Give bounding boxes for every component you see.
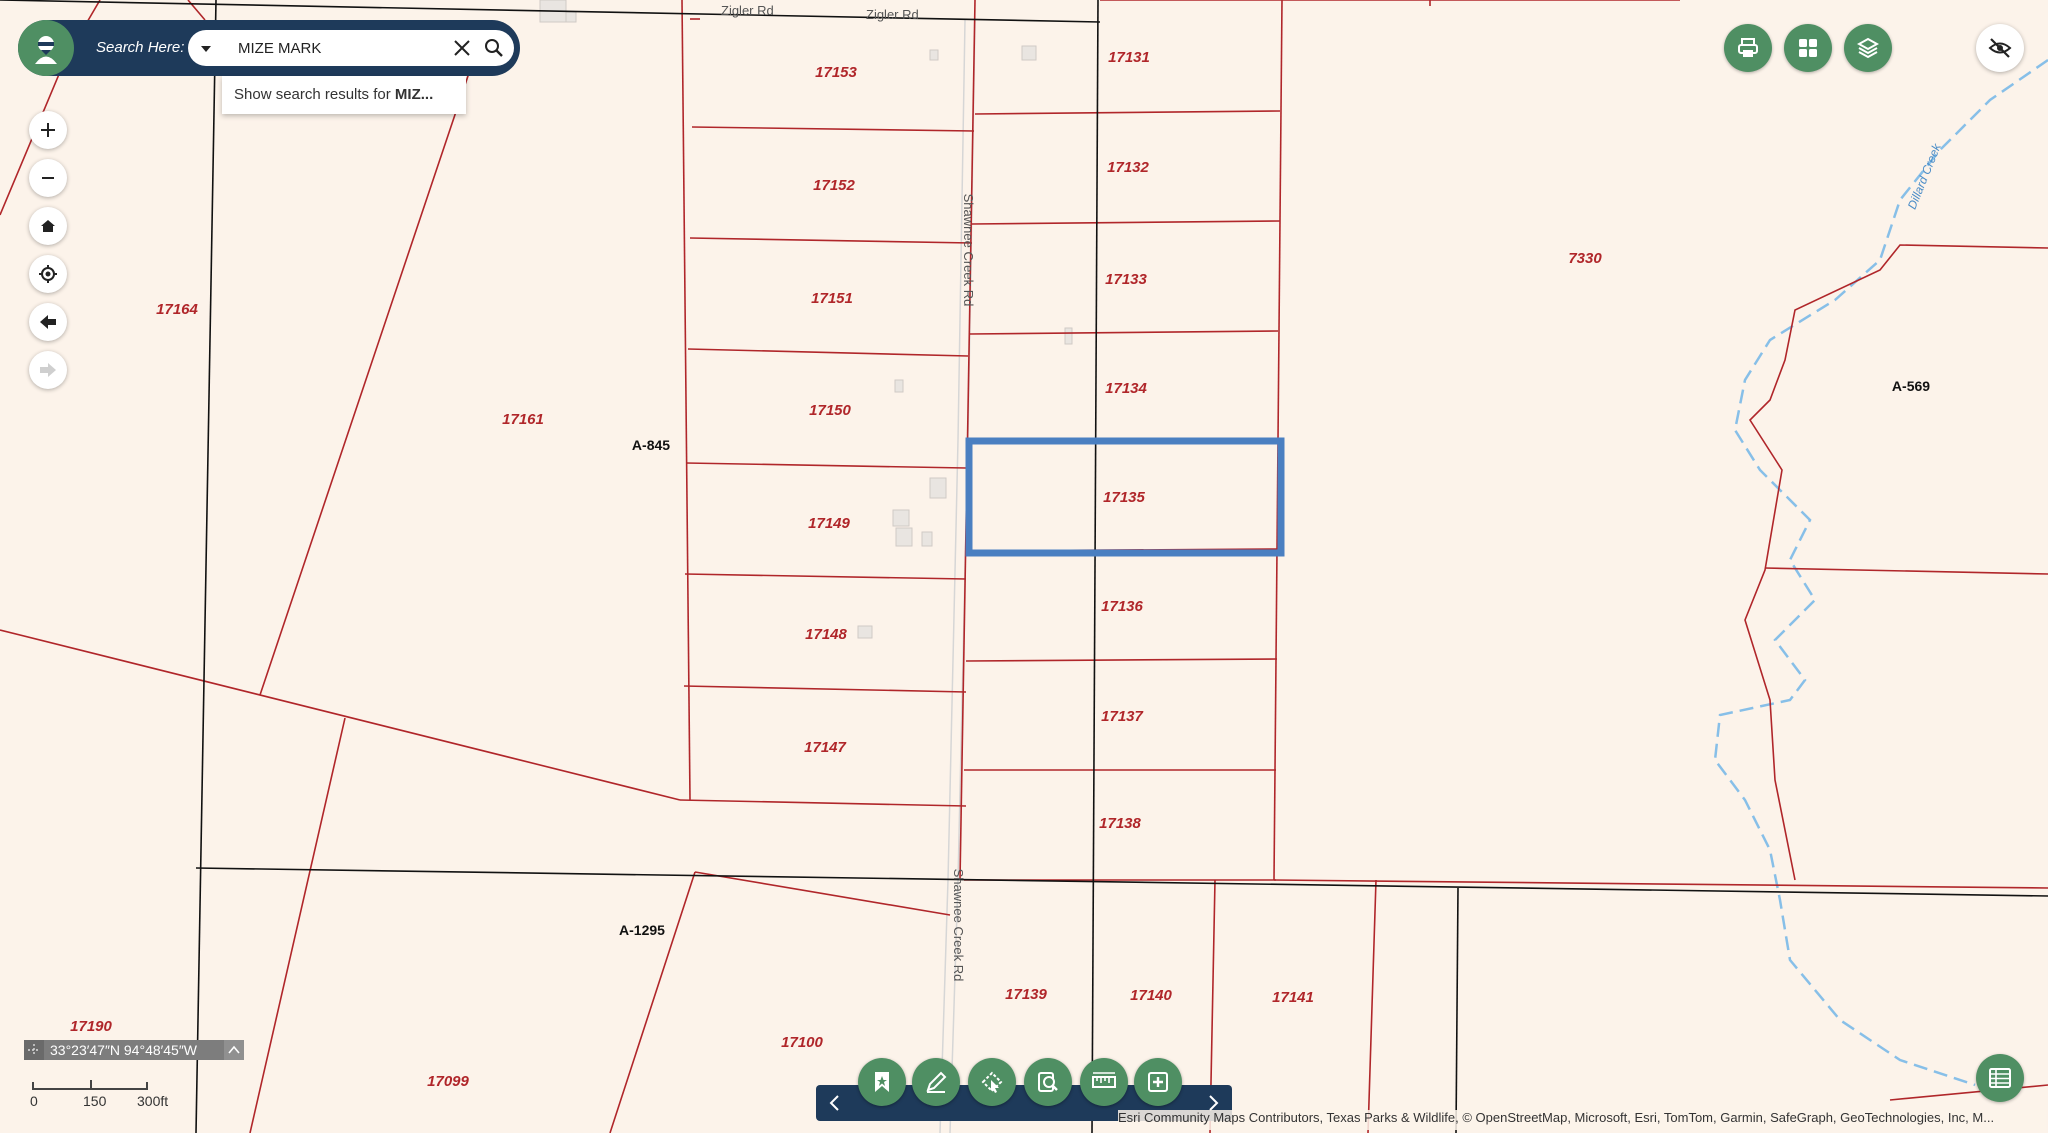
ruler-icon [1092,1072,1116,1088]
app-logo[interactable] [18,20,74,76]
parcel-label: 17132 [1107,159,1149,176]
close-icon[interactable] [452,38,472,58]
home-icon [41,220,55,232]
parcel-label: 17131 [1108,49,1150,66]
parcel-label: 17138 [1099,815,1141,832]
parcel-label: 17151 [811,290,853,307]
grid-icon [1799,39,1817,57]
home-button[interactable] [29,207,67,245]
chevron-left-icon [829,1095,839,1111]
minus-icon [42,177,54,179]
search-label: Search Here: [96,39,185,56]
layers-icon [1857,37,1879,59]
chevron-up-icon [228,1045,240,1054]
crosshair-icon [39,265,57,283]
parcel-label: 17134 [1105,380,1147,397]
arrow-right-icon [40,363,56,377]
search-suggestion[interactable]: Show search results for MIZ... [222,76,466,114]
draw-button[interactable] [912,1058,960,1106]
search-input[interactable] [238,36,438,60]
basemap-gallery-button[interactable] [1784,24,1832,72]
parcel-label: 7330 [1568,250,1602,267]
parcel-label: 17139 [1005,986,1047,1003]
bookmark-icon [875,1072,889,1092]
mascot-icon [35,36,57,64]
coordinate-toggle[interactable] [24,1040,44,1060]
parcel-label: 17164 [156,301,198,318]
parcel-label: 17147 [804,739,846,756]
map-canvas[interactable]: Zigler Rd Zigler Rd Shawnee Creek Rd Sha… [0,0,2048,1133]
road-label: Zigler Rd [721,3,774,18]
suggestion-term: MIZ... [394,86,434,103]
arrow-left-icon [40,315,56,329]
search-field [188,30,514,66]
printer-icon [1738,38,1758,57]
toolbar-prev-button[interactable] [824,1093,844,1113]
parcel-label: 17135 [1103,489,1145,506]
select-features-icon [981,1071,1003,1093]
eye-slash-icon [1988,38,2012,58]
road-label: Zigler Rd [866,7,919,22]
parcel-label: 17099 [427,1073,469,1090]
plus-icon [41,123,55,137]
parcel-label: 17137 [1101,708,1143,725]
parcel-label: 17161 [502,411,544,428]
parcel-label: 17149 [808,515,850,532]
parcel-label: 17152 [813,177,855,194]
bookmarks-button[interactable] [858,1058,906,1106]
parcel-label: 17141 [1272,989,1314,1006]
add-data-button[interactable] [1134,1058,1182,1106]
suggestion-prefix: Show search results for [234,86,395,103]
pencil-icon [926,1071,947,1093]
scale-label: 150 [83,1093,107,1109]
parcel-label: 17190 [70,1018,112,1035]
table-icon [1989,1068,2011,1088]
map-attribution[interactable]: Esri Community Maps Contributors, Texas … [1118,1110,2046,1130]
chevron-down-icon[interactable] [196,38,216,58]
locate-button[interactable] [29,255,67,293]
zoom-in-button[interactable] [29,111,67,149]
back-extent-button[interactable] [29,303,67,341]
chevron-right-icon [1209,1095,1219,1111]
abstract-label: A-845 [632,437,670,453]
parcel-label: 17153 [815,64,857,81]
parcel-label: 17150 [809,402,851,419]
crosshair-icon [28,1044,40,1056]
layers-button[interactable] [1844,24,1892,72]
road-label: Shawnee Creek Rd [951,869,966,982]
search-bar: Search Here: [18,20,520,76]
scale-label: 0 [30,1093,38,1109]
query-button[interactable] [1024,1058,1072,1106]
attribute-table-button[interactable] [1976,1054,2024,1102]
scale-label: 300ft [137,1093,169,1109]
coordinate-expand[interactable] [224,1040,244,1060]
abstract-label: A-569 [1892,378,1930,394]
parcel-label: 17140 [1130,987,1172,1004]
print-button[interactable] [1724,24,1772,72]
parcel-label: 17133 [1105,271,1147,288]
select-tool-button[interactable] [968,1058,1016,1106]
parcel-label: 17136 [1101,598,1143,615]
parcel-label: 17148 [805,626,847,643]
coordinate-readout: 33°23′47″N 94°48′45″W [24,1040,244,1060]
search-document-icon [1038,1072,1058,1092]
abstract-label: A-1295 [619,922,665,938]
measure-button[interactable] [1080,1058,1128,1106]
add-square-icon [1148,1072,1168,1092]
scale-bar [32,1080,148,1090]
forward-extent-button[interactable] [29,351,67,389]
road-label: Shawnee Creek Rd [961,194,976,307]
parcel-label: 17100 [781,1034,823,1051]
coordinate-text: 33°23′47″N 94°48′45″W [50,1042,198,1058]
hide-ui-button[interactable] [1976,24,2024,72]
zoom-out-button[interactable] [29,159,67,197]
search-icon[interactable] [484,38,504,58]
